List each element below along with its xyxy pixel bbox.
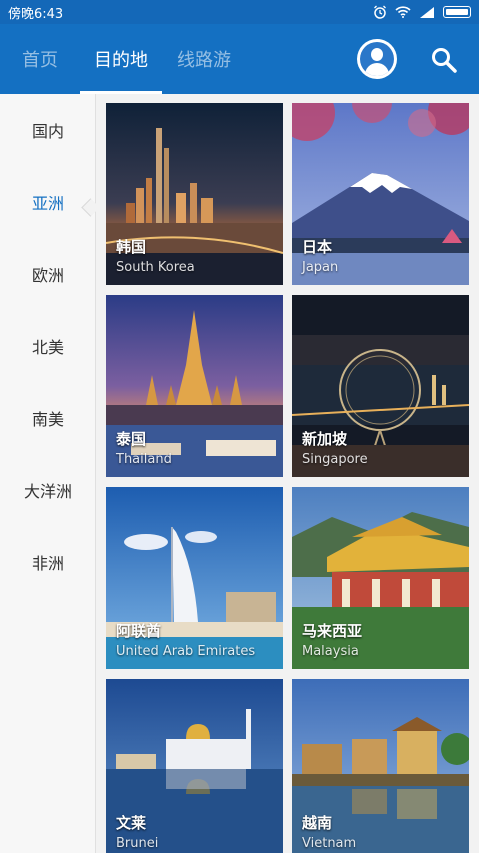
destination-card-malaysia[interactable]: 马来西亚 Malaysia (292, 487, 469, 669)
tab-destination[interactable]: 目的地 (80, 24, 162, 94)
destination-name-en: Singapore (302, 452, 368, 467)
destination-card-thailand[interactable]: 泰国 Thailand (106, 295, 283, 477)
destination-name-cn: 日本 (302, 238, 333, 256)
destination-name-cn: 阿联酋 (116, 622, 162, 640)
status-time: 傍晚6:43 (8, 6, 64, 22)
destination-card-japan[interactable]: 日本 Japan (292, 103, 469, 285)
tab-home-label: 首页 (22, 50, 58, 71)
sidebar-item-asia[interactable]: 亚洲 (0, 182, 96, 222)
search-icon[interactable] (430, 46, 458, 74)
destination-card-korea[interactable]: 韩国 South Korea (106, 103, 283, 285)
destination-name-en: Brunei (116, 836, 159, 851)
alarm-icon (374, 5, 386, 19)
avatar[interactable] (357, 39, 397, 79)
tab-route[interactable]: 线路游 (172, 24, 236, 94)
sidebar-item-south-america[interactable]: 南美 (0, 398, 96, 438)
destination-name-en: Vietnam (302, 836, 357, 851)
destination-name-en: United Arab Emirates (116, 644, 256, 659)
tab-destination-label: 目的地 (94, 50, 148, 71)
tab-route-label: 线路游 (177, 50, 231, 71)
tab-home[interactable]: 首页 (14, 24, 66, 94)
destination-card-brunei[interactable]: 文莱 Brunei (106, 679, 283, 853)
destination-name-cn: 马来西亚 (302, 622, 363, 640)
destination-name-en: Malaysia (302, 644, 359, 659)
sidebar-item-oceania[interactable]: 大洋洲 (0, 470, 96, 510)
destination-card-singapore[interactable]: 新加坡 Singapore (292, 295, 469, 477)
sidebar-item-africa[interactable]: 非洲 (0, 542, 96, 582)
sidebar-item-europe[interactable]: 欧洲 (0, 254, 96, 294)
destination-grid: 韩国 South Korea 日本 Japan 泰国 Thailand 新加坡 … (96, 94, 479, 853)
sidebar-item-domestic[interactable]: 国内 (0, 110, 96, 150)
destination-name-cn: 文莱 (116, 814, 147, 832)
destination-card-uae[interactable]: 阿联酋 United Arab Emirates (106, 487, 283, 669)
destination-name-cn: 越南 (302, 814, 333, 832)
sidebar-item-north-america[interactable]: 北美 (0, 326, 96, 366)
destination-name-cn: 韩国 (116, 238, 147, 256)
status-bar: 傍晚6:43 (0, 0, 479, 24)
destination-card-vietnam[interactable]: 越南 Vietnam (292, 679, 469, 853)
destination-name-cn: 新加坡 (302, 430, 348, 448)
signal-icon (420, 7, 434, 18)
destination-name-en: Japan (302, 260, 339, 275)
destination-name-en: Thailand (116, 452, 172, 467)
battery-icon (443, 6, 471, 18)
user-icon (360, 42, 394, 76)
app-bar: 首页 目的地 线路游 (0, 24, 479, 94)
destination-name-en: South Korea (116, 260, 195, 275)
wifi-icon (395, 6, 411, 18)
destination-name-cn: 泰国 (116, 430, 147, 448)
